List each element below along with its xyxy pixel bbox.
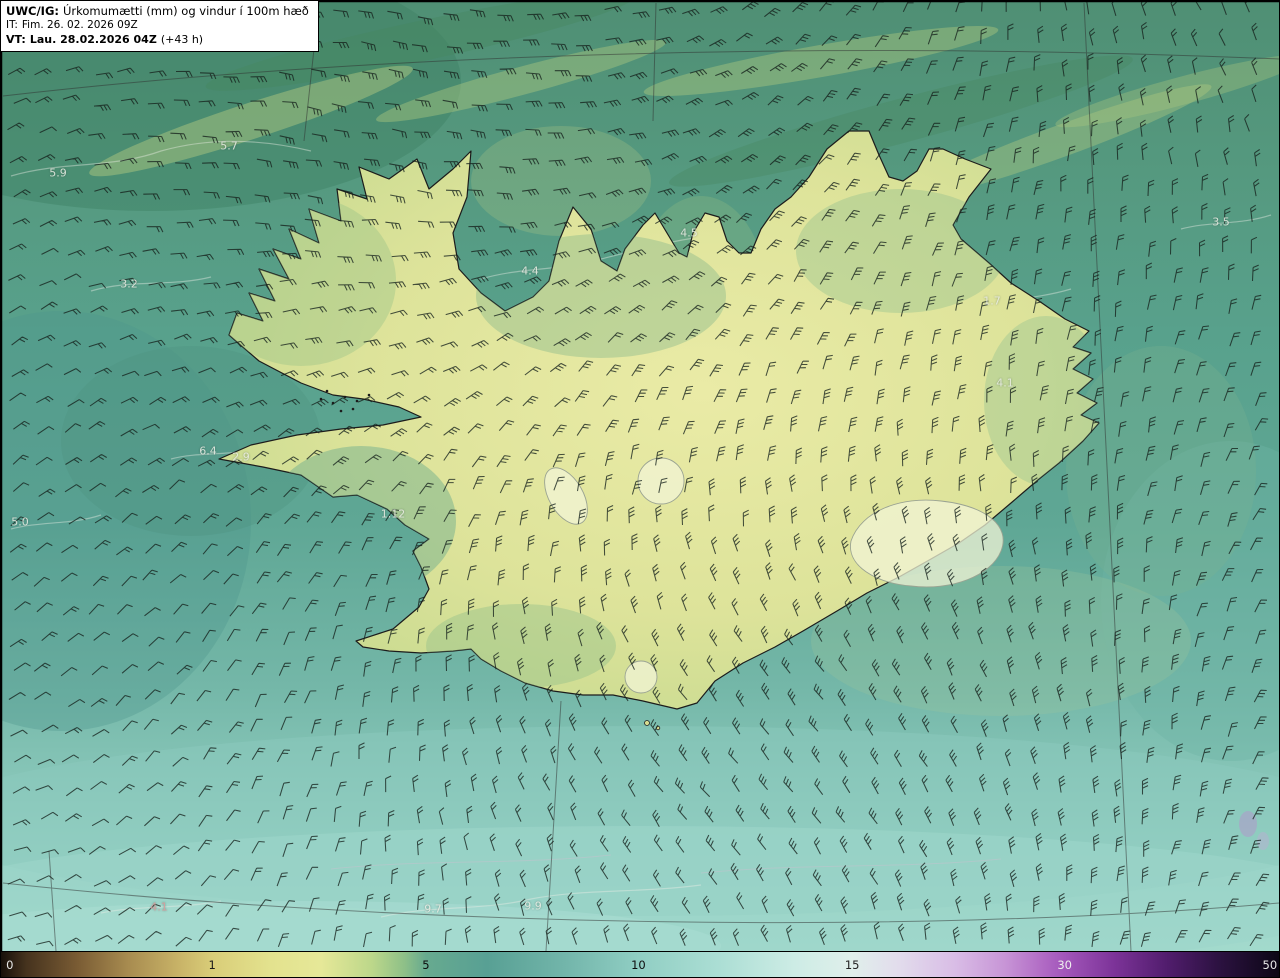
valid-offset: (+43 h) bbox=[160, 32, 204, 46]
colorbar-tick-label: 15 bbox=[844, 957, 860, 972]
init-label: IT: bbox=[6, 18, 18, 31]
colorbar-tick-label: 50 bbox=[1262, 957, 1278, 972]
product-title: Úrkomumætti (mm) og vindur í 100m hæð bbox=[62, 4, 309, 18]
colorbar: 0 1 5 10 15 30 50 bbox=[1, 951, 1279, 977]
colorbar-tick-labels: 0 1 5 10 15 30 50 bbox=[1, 952, 1279, 977]
weather-map-window: 5.9 5.7 3.2 4.4 4.5 3.5 1.7 4.1 6.4 2.9 5.0 1.12 4.1… bbox=[0, 0, 1280, 978]
colorbar-tick-label: 1 bbox=[208, 957, 216, 972]
colorbar-tick-label: 10 bbox=[631, 957, 646, 972]
colorbar-tick-label: 0 bbox=[6, 957, 14, 972]
init-time-line: IT: Fim. 26. 02. 2026 09Z bbox=[6, 19, 309, 33]
colorbar-tick-label: 30 bbox=[1057, 957, 1072, 972]
product-title-line: UWC/IG: Úrkomumætti (mm) og vindur í 100m… bbox=[6, 4, 309, 19]
valid-time-line: VT: Lau. 28.02.2026 04Z (+43 h) bbox=[6, 33, 309, 47]
valid-value: Lau. 28.02.2026 04Z bbox=[29, 32, 157, 46]
valid-label: VT: bbox=[6, 32, 26, 46]
colorbar-tick-label: 5 bbox=[422, 957, 430, 972]
iceland-precipitation-wind-map bbox=[1, 1, 1279, 953]
init-value: Fim. 26. 02. 2026 09Z bbox=[21, 18, 138, 31]
title-box: UWC/IG: Úrkomumætti (mm) og vindur í 100m… bbox=[1, 1, 319, 52]
model-label: UWC/IG: bbox=[6, 4, 59, 18]
map-canvas: 5.9 5.7 3.2 4.4 4.5 3.5 1.7 4.1 6.4 2.9 5.0 1.12 4.1… bbox=[1, 1, 1279, 953]
